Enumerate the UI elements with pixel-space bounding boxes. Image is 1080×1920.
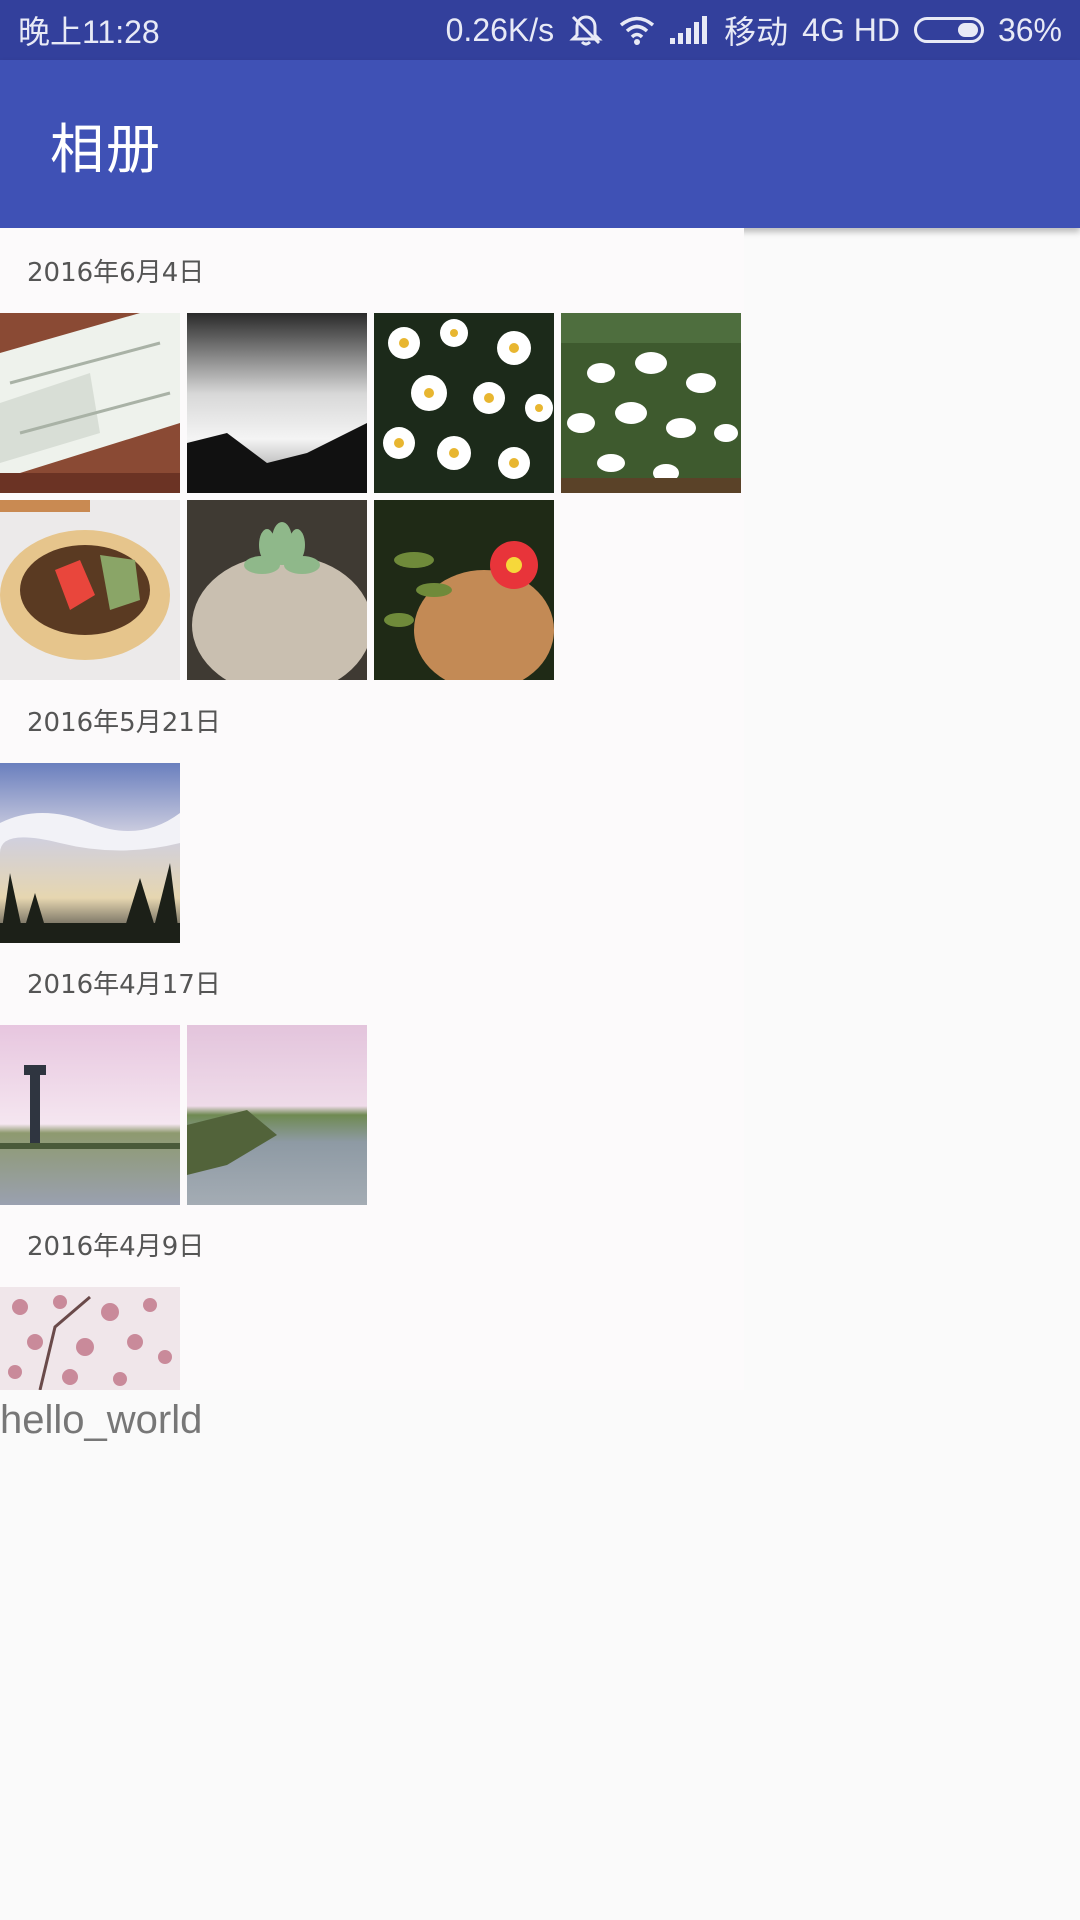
photo-thumbnail[interactable] <box>0 763 180 943</box>
photo-thumbnail[interactable] <box>0 1287 180 1390</box>
photo-thumbnail[interactable] <box>0 1025 180 1205</box>
photo-thumbnail[interactable] <box>374 313 554 493</box>
status-time: 晚上11:28 <box>18 14 160 50</box>
date-header: 2016年4月9日 <box>27 1232 205 1262</box>
date-header: 2016年4月17日 <box>27 970 221 1000</box>
network-type: 4G HD <box>802 11 900 48</box>
photo-thumbnail[interactable] <box>374 500 554 680</box>
photo-thumbnail[interactable] <box>187 500 367 680</box>
wifi-icon <box>618 15 656 45</box>
signal-icon <box>670 16 710 44</box>
page-title: 相册 <box>50 117 162 181</box>
app-bar: 相册 <box>0 60 1080 228</box>
hello-text: hello_world <box>0 1398 203 1442</box>
mute-icon <box>568 13 604 47</box>
network-speed: 0.26K/s <box>445 11 555 48</box>
photo-thumbnail[interactable] <box>561 313 741 493</box>
carrier-label: 移动 <box>724 14 789 50</box>
photo-thumbnail[interactable] <box>187 1025 367 1205</box>
date-header: 2016年5月21日 <box>27 708 221 738</box>
battery-icon <box>913 17 984 43</box>
battery-level: 36% <box>997 11 1062 48</box>
photo-thumbnail[interactable] <box>0 500 180 680</box>
album-view[interactable]: 2016年6月4日 2016年5月21日 2016年4月17日 2016年4月9… <box>0 228 744 1390</box>
status-bar: 晚上11:28 0.26K/s 移动 4G HD 36% <box>0 0 1080 60</box>
photo-thumbnail[interactable] <box>0 313 180 493</box>
photo-thumbnail[interactable] <box>187 313 367 493</box>
date-header: 2016年6月4日 <box>27 258 205 288</box>
